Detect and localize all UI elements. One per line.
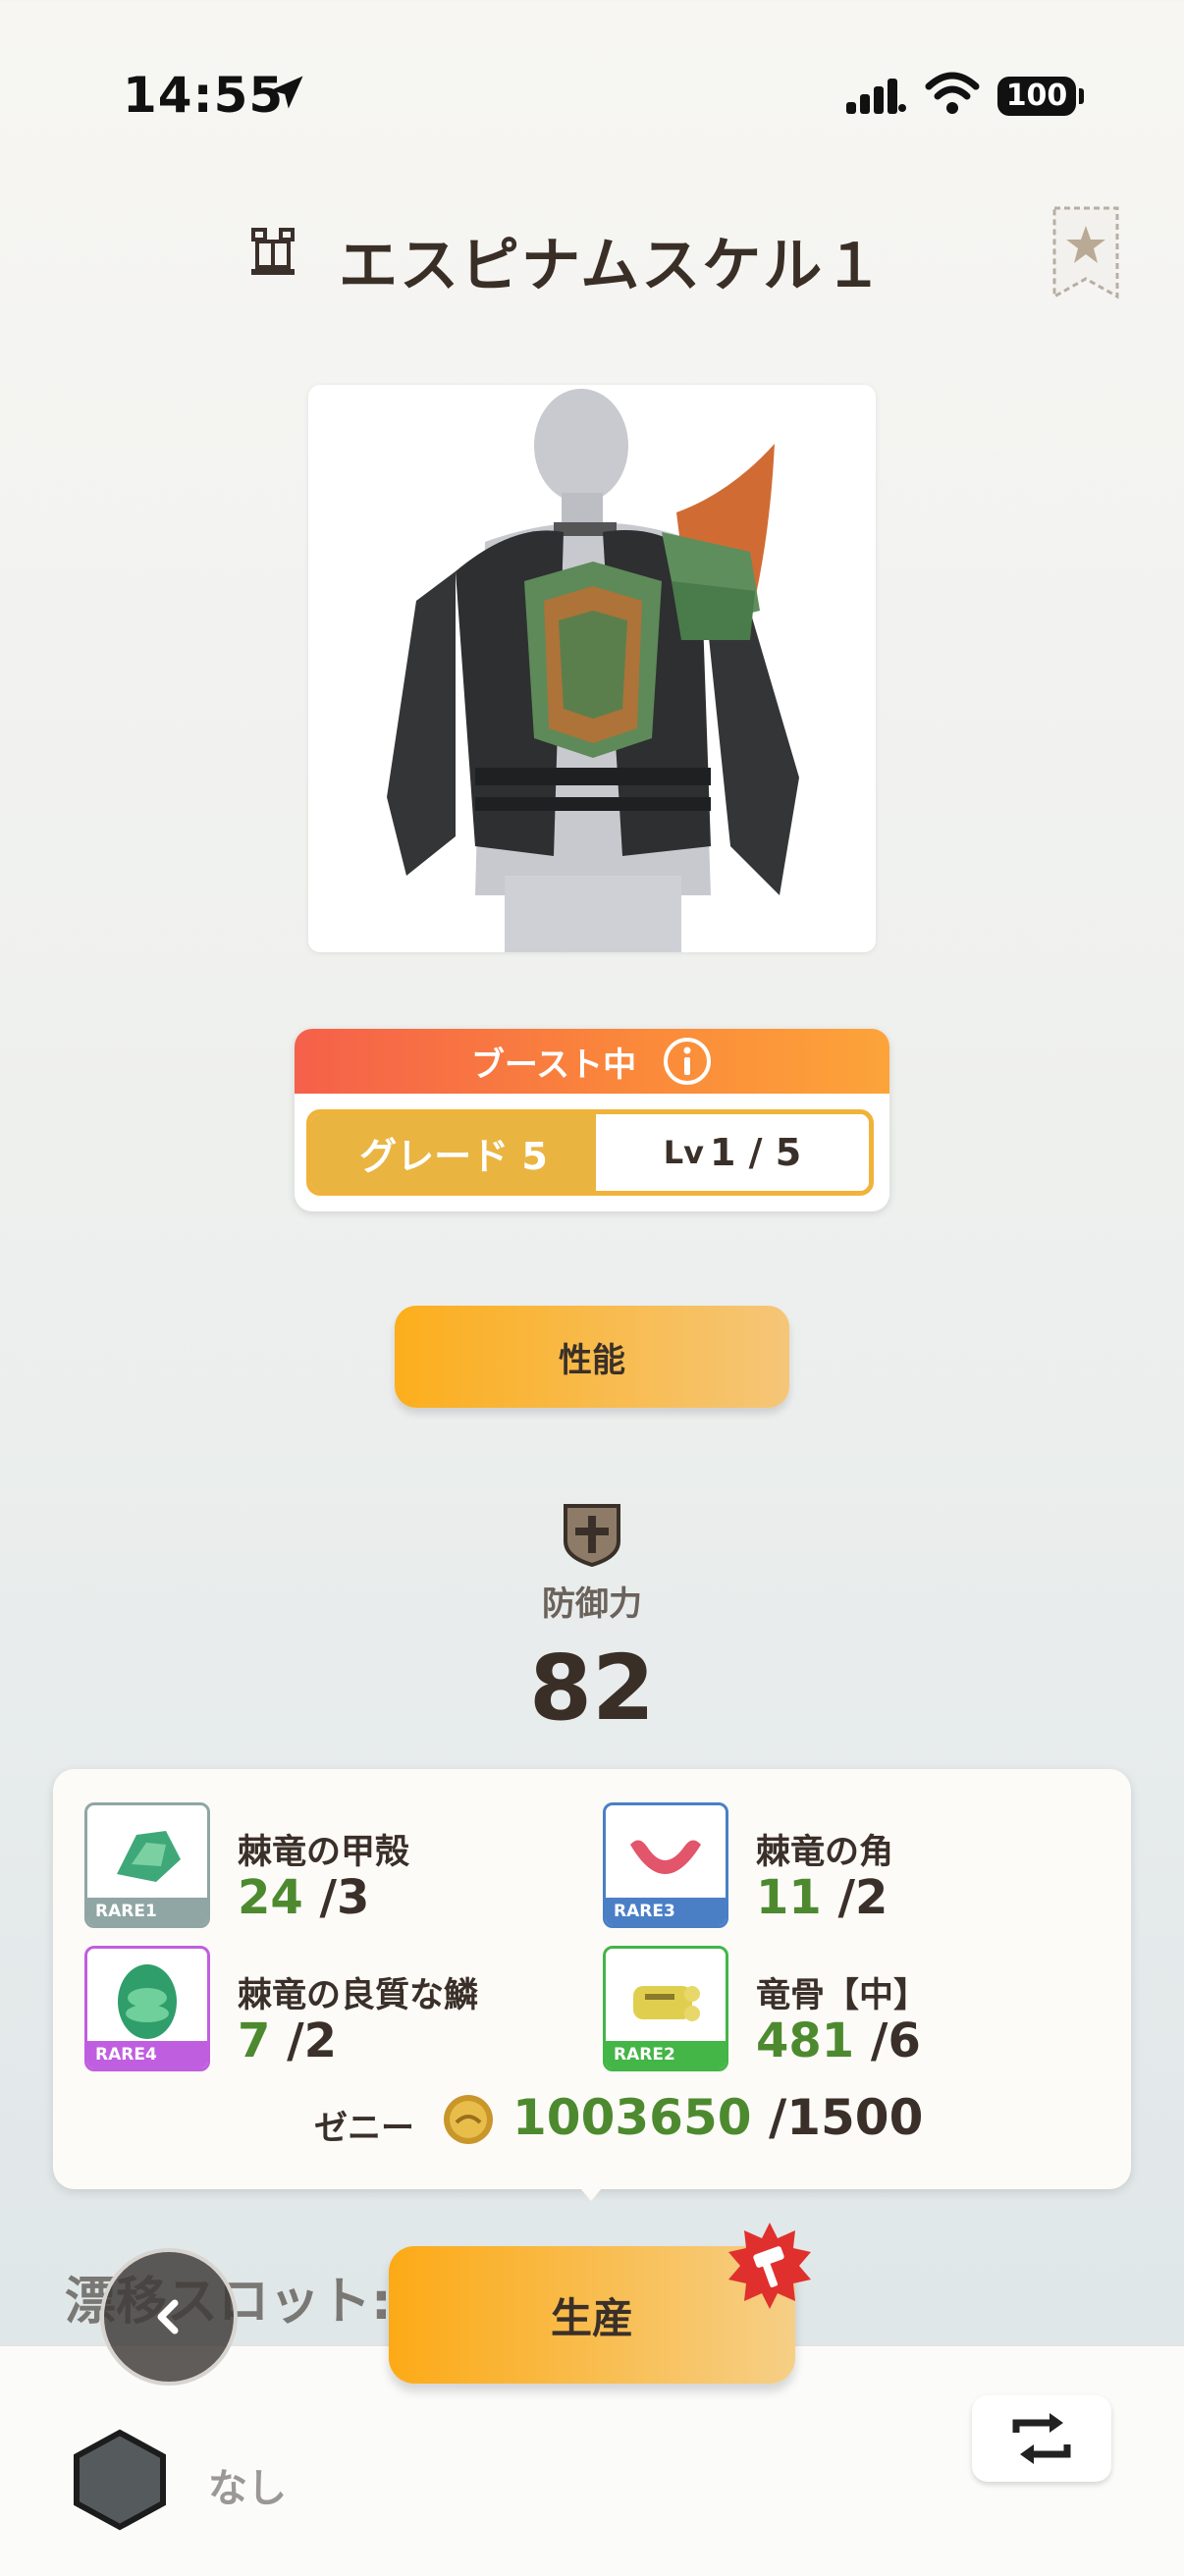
slot-hexagon-icon bbox=[74, 2429, 166, 2531]
battery-indicator: 100 bbox=[997, 77, 1084, 116]
defense-shield-icon bbox=[564, 1504, 620, 1567]
star-bookmark-icon[interactable] bbox=[1050, 204, 1121, 300]
material-name-4: 竜骨【中】 bbox=[756, 1976, 929, 2015]
location-arrow-icon bbox=[270, 76, 303, 109]
rarity-tag-3: RARE4 bbox=[87, 2041, 207, 2068]
material-icon-1[interactable]: RARE1 bbox=[84, 1802, 210, 1928]
hammer-badge-icon bbox=[728, 2223, 811, 2309]
level-display: Lv 1 / 5 bbox=[596, 1114, 869, 1191]
chevron-left-icon bbox=[157, 2299, 179, 2334]
material-icon-2[interactable]: RARE3 bbox=[603, 1802, 728, 1928]
material-count-4: 481 /6 bbox=[756, 2013, 921, 2068]
zeny-label: ゼニー bbox=[314, 2109, 414, 2148]
material-icon-3[interactable]: RARE4 bbox=[84, 1946, 210, 2071]
level-value: 1 / 5 bbox=[710, 1131, 802, 1174]
rarity-tag-1: RARE1 bbox=[87, 1898, 207, 1925]
coin-icon bbox=[444, 2095, 493, 2144]
material-name-2: 棘竜の角 bbox=[756, 1833, 894, 1872]
scale-icon bbox=[118, 1964, 177, 2039]
defense-label: 防御力 bbox=[542, 1584, 642, 1624]
boost-label: ブースト中 bbox=[470, 1045, 637, 1085]
carapace-icon bbox=[117, 1831, 181, 1882]
grade-level-row: グレード 5 Lv 1 / 5 bbox=[306, 1109, 874, 1196]
info-icon[interactable] bbox=[662, 1036, 713, 1087]
chest-armor-icon bbox=[251, 228, 295, 275]
slot-value: なし bbox=[208, 2466, 287, 2511]
material-count-2: 11 /2 bbox=[756, 1870, 888, 1925]
bone-icon bbox=[633, 1986, 700, 2021]
material-name-1: 棘竜の甲殻 bbox=[238, 1833, 410, 1872]
panel-pointer bbox=[574, 2181, 608, 2201]
grade-badge: グレード 5 bbox=[311, 1114, 596, 1191]
material-name-3: 棘竜の良質な鱗 bbox=[238, 1976, 479, 2015]
wifi-icon bbox=[925, 72, 980, 114]
material-count-1: 24 /3 bbox=[238, 1870, 370, 1925]
armor-preview-image bbox=[308, 385, 876, 952]
cellular-signal-icon bbox=[846, 79, 906, 114]
material-count-3: 7 /2 bbox=[238, 2013, 338, 2068]
status-time: 14:55 bbox=[123, 67, 285, 124]
back-button[interactable] bbox=[100, 2248, 238, 2386]
zeny-count: 1003650 /1500 bbox=[512, 2089, 924, 2146]
level-prefix: Lv bbox=[663, 1134, 705, 1171]
material-icon-4[interactable]: RARE2 bbox=[603, 1946, 728, 2071]
boost-header: ブースト中 bbox=[295, 1029, 889, 1094]
horn-icon bbox=[630, 1840, 701, 1874]
swap-arrows-icon bbox=[1012, 2413, 1071, 2464]
performance-button[interactable]: 性能 bbox=[395, 1306, 789, 1408]
boost-panel: ブースト中 グレード 5 Lv 1 / 5 bbox=[295, 1029, 889, 1211]
swap-button[interactable] bbox=[972, 2395, 1111, 2482]
page-title: エスピナムスケル１ bbox=[339, 232, 886, 300]
rarity-tag-2: RARE3 bbox=[606, 1898, 726, 1925]
defense-value: 82 bbox=[528, 1636, 656, 1741]
rarity-tag-4: RARE2 bbox=[606, 2041, 726, 2068]
